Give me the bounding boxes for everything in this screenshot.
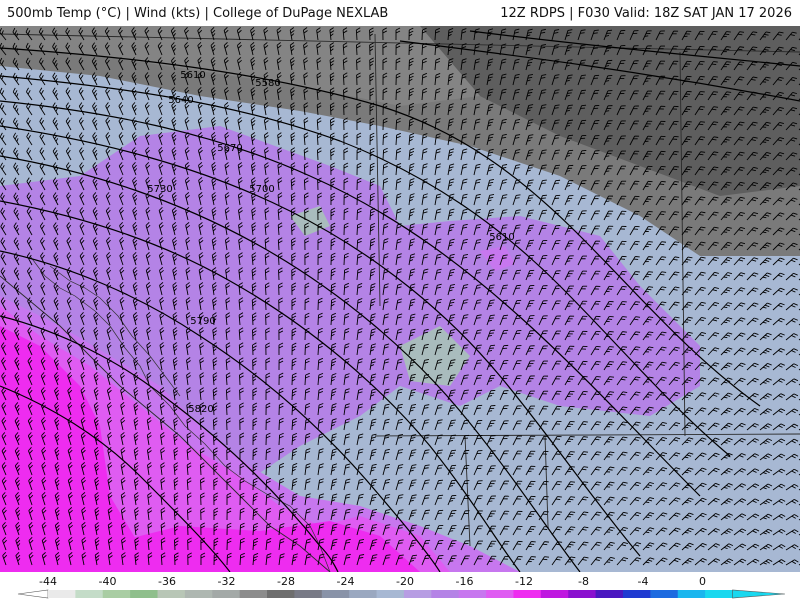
- temperature-colorbar: -44 -40 -36 -32 -28 -24 -20 -16 -12 -8 -4 0: [17, 575, 786, 599]
- colorbar-swatch: [431, 590, 460, 598]
- model-run-info: 12Z RDPS | F030 Valid: 18Z SAT JAN 17 20…: [500, 6, 792, 21]
- colorbar-swatch: [349, 590, 378, 598]
- colorbar-swatch: [568, 590, 597, 598]
- weather-map-window: 500mb Temp (°C) | Wind (kts) | College o…: [0, 0, 800, 600]
- colorbar-swatch: [486, 590, 514, 598]
- colorbar-tick-label: -44: [39, 575, 57, 588]
- header-bar: 500mb Temp (°C) | Wind (kts) | College o…: [0, 0, 800, 26]
- colorbar-swatch: [239, 590, 268, 598]
- height-label: 5640: [168, 95, 193, 106]
- colorbar-swatch: [595, 590, 624, 598]
- map-title: 500mb Temp (°C) | Wind (kts) | College o…: [7, 6, 389, 21]
- height-label: 5700: [249, 184, 274, 195]
- height-label: 5610: [489, 232, 514, 243]
- map-panel: 5610 5580 5640 5670 5700 5730 5610 5790 5820: [0, 26, 800, 572]
- colorbar-swatch: [130, 590, 159, 598]
- height-label: 5670: [217, 143, 242, 154]
- colorbar-swatch: [403, 590, 432, 598]
- colorbar-tick-label: -40: [99, 575, 117, 588]
- colorbar-tick-label: -32: [218, 575, 236, 588]
- colorbar-tick-label: -20: [396, 575, 414, 588]
- colorbar-tick-label: -36: [158, 575, 176, 588]
- colorbar-tick-label: -28: [277, 575, 295, 588]
- colorbar-swatch: [75, 590, 104, 598]
- colorbar-swatch: [622, 590, 651, 598]
- colorbar-swatch: [458, 590, 487, 598]
- colorbar-tick-label: 0: [699, 575, 706, 588]
- height-label: 5820: [188, 404, 213, 415]
- colorbar-max-arrow: [732, 589, 786, 599]
- colorbar-swatch: [212, 590, 241, 598]
- colorbar-swatch: [294, 590, 323, 598]
- colorbar-swatch: [102, 590, 131, 598]
- colorbar-swatch: [157, 590, 186, 598]
- colorbar-tick-label: -12: [515, 575, 533, 588]
- colorbar-swatch: [540, 590, 569, 598]
- colorbar-tick-label: -8: [578, 575, 589, 588]
- colorbar-swatch: [267, 590, 295, 598]
- colorbar-swatch: [705, 590, 733, 598]
- colorbar-min-arrow: [17, 589, 49, 599]
- colorbar-swatch: [321, 590, 350, 598]
- height-label: 5730: [147, 184, 172, 195]
- colorbar-swatch: [677, 590, 706, 598]
- colorbar-swatch: [513, 590, 542, 598]
- colorbar-tick-label: -4: [638, 575, 649, 588]
- colorbar-swatch: [376, 590, 405, 598]
- colorbar-tick-label: -16: [456, 575, 474, 588]
- colorbar-swatch: [650, 590, 679, 598]
- colorbar-swatch: [48, 590, 76, 598]
- colorbar-tick-label: -24: [337, 575, 355, 588]
- colorbar-swatch: [184, 590, 213, 598]
- height-label: 5790: [190, 316, 215, 327]
- height-label: 5580: [255, 78, 280, 89]
- height-label: 5610: [180, 70, 205, 81]
